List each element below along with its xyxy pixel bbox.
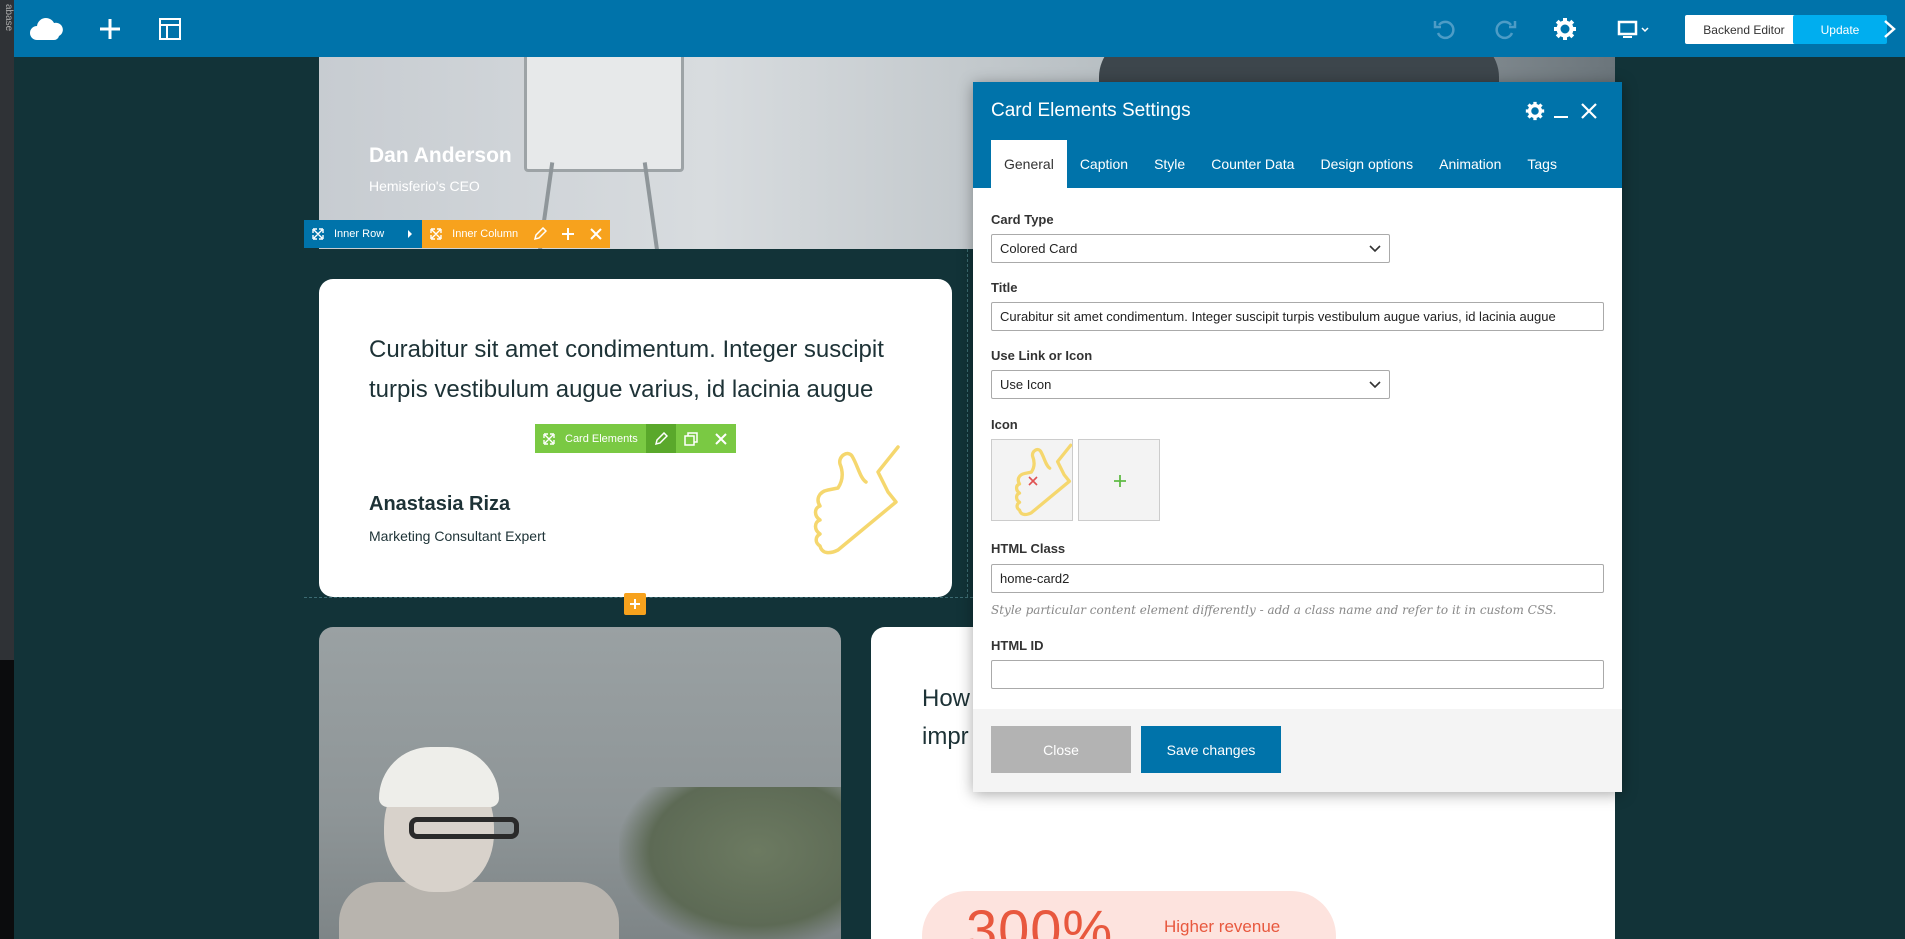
icon-label: Icon xyxy=(991,417,1018,432)
remove-icon[interactable] xyxy=(1027,475,1039,487)
tab-general[interactable]: General xyxy=(991,140,1067,188)
card-type-select[interactable]: Colored Card xyxy=(991,234,1390,263)
tab-counter-data[interactable]: Counter Data xyxy=(1198,140,1307,188)
collapse-chevron-icon[interactable] xyxy=(1878,10,1902,48)
tab-style[interactable]: Style xyxy=(1141,140,1198,188)
thumbs-up-icon xyxy=(813,445,900,555)
html-class-label: HTML Class xyxy=(991,541,1066,556)
card-person-role: Marketing Consultant Expert xyxy=(369,528,546,544)
edit-pencil-icon[interactable] xyxy=(645,424,676,453)
update-button[interactable]: Update xyxy=(1793,15,1887,44)
tab-design-options[interactable]: Design options xyxy=(1307,140,1426,188)
clone-icon[interactable] xyxy=(675,424,706,453)
editor-toolbar: Backend Editor Update xyxy=(14,0,1905,57)
add-plus-icon[interactable] xyxy=(554,220,583,248)
modal-tabs: General Caption Style Counter Data Desig… xyxy=(991,140,1570,188)
delete-close-icon[interactable] xyxy=(582,220,611,248)
title-label: Title xyxy=(991,280,1018,295)
person-photo xyxy=(319,627,841,939)
stat-value: 300% xyxy=(966,898,1114,939)
save-changes-button[interactable]: Save changes xyxy=(1141,726,1281,773)
modal-settings-gear-icon[interactable] xyxy=(1522,98,1548,124)
inner-row-label: Inner Row xyxy=(334,228,385,240)
modal-title: Card Elements Settings xyxy=(991,100,1191,121)
card-elements-settings-modal: Card Elements Settings General Caption S… xyxy=(973,82,1622,792)
responsive-view-icon[interactable] xyxy=(1609,10,1659,48)
stat-label: Higher revenue xyxy=(1164,917,1281,936)
tab-caption[interactable]: Caption xyxy=(1067,140,1141,188)
card-type-label: Card Type xyxy=(991,212,1054,227)
templates-layout-icon[interactable] xyxy=(150,10,190,48)
inner-column-label: Inner Column xyxy=(452,228,519,240)
html-class-help: Style particular content element differe… xyxy=(991,603,1557,617)
settings-gear-icon[interactable] xyxy=(1545,10,1585,48)
stats-title: How impr xyxy=(922,685,971,750)
backend-editor-button[interactable]: Backend Editor xyxy=(1685,15,1803,44)
sidebar-vertical-text: abase xyxy=(3,4,14,32)
card-elements-label: Card Elements xyxy=(565,432,638,445)
undo-icon[interactable] xyxy=(1425,10,1465,48)
title-input[interactable]: Curabitur sit amet condimentum. Integer … xyxy=(991,302,1604,331)
selected-icon-thumbnail[interactable] xyxy=(991,439,1073,521)
redo-icon[interactable] xyxy=(1485,10,1525,48)
add-element-plus-icon[interactable] xyxy=(624,593,646,615)
close-icon[interactable] xyxy=(1576,98,1602,124)
html-id-input[interactable] xyxy=(991,660,1604,689)
card-title-text: Curabitur sit amet condimentum. Integer … xyxy=(369,336,884,403)
logo-cloud-icon[interactable] xyxy=(27,10,67,48)
whiteboard-shape xyxy=(524,57,684,172)
link-or-icon-select[interactable]: Use Icon xyxy=(991,370,1390,399)
plus-icon xyxy=(1114,475,1126,487)
chevron-down-icon xyxy=(1369,244,1381,252)
inner-row-controls: Inner Row Inner Column xyxy=(304,220,611,248)
left-strip: abase xyxy=(0,0,14,939)
close-button[interactable]: Close xyxy=(991,726,1131,773)
modal-header: Card Elements Settings General Caption S… xyxy=(973,82,1622,188)
html-id-label: HTML ID xyxy=(991,638,1044,653)
tab-tags[interactable]: Tags xyxy=(1514,140,1570,188)
testimonial-name: Dan Anderson xyxy=(369,144,512,167)
delete-close-icon[interactable] xyxy=(705,424,736,453)
chevron-down-icon xyxy=(1369,380,1381,388)
column-divider xyxy=(967,249,968,597)
html-class-input[interactable]: home-card2 xyxy=(991,564,1604,593)
plant-shape xyxy=(619,787,841,939)
card-elements-handle[interactable]: Card Elements xyxy=(535,424,646,453)
card-person-name: Anastasia Riza xyxy=(369,493,511,515)
add-element-icon[interactable] xyxy=(90,10,130,48)
minimize-icon[interactable] xyxy=(1548,98,1574,124)
add-icon-button[interactable] xyxy=(1078,439,1160,521)
edit-pencil-icon[interactable] xyxy=(526,220,555,248)
inner-row-handle[interactable]: Inner Row xyxy=(304,220,423,248)
link-or-icon-label: Use Link or Icon xyxy=(991,348,1093,363)
inner-column-handle[interactable]: Inner Column xyxy=(422,220,527,248)
card-elements-controls: Card Elements xyxy=(535,424,736,453)
left-strip-dark xyxy=(0,660,14,939)
glasses-shape xyxy=(409,817,519,839)
testimonial-role: Hemisferio's CEO xyxy=(369,178,480,194)
tab-animation[interactable]: Animation xyxy=(1426,140,1514,188)
